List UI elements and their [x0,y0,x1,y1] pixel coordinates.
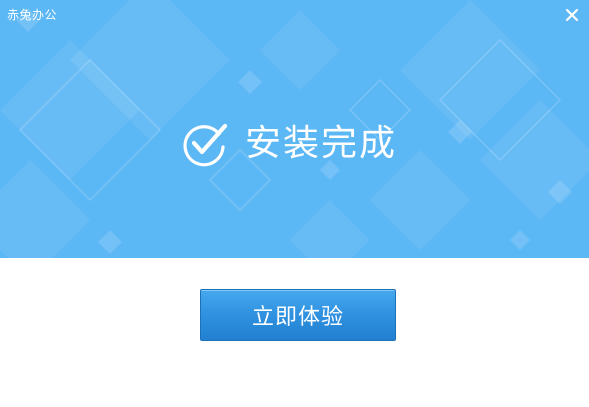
header-banner: 赤兔办公 安装完成 [0,0,589,258]
installer-window: 赤兔办公 安装完成 立即体验 [0,0,589,407]
close-icon [565,8,579,22]
check-circle-icon [183,123,228,167]
window-title: 赤兔办公 [7,8,58,22]
status-text: 安装完成 [245,123,398,164]
start-now-button[interactable]: 立即体验 [200,289,396,341]
close-button[interactable] [561,4,583,26]
install-status: 安装完成 [181,119,397,169]
